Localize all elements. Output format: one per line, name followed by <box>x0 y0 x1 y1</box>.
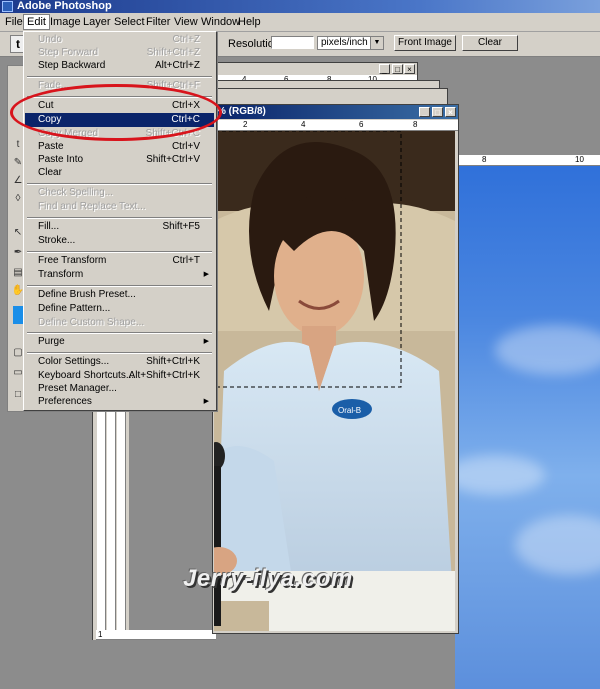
menu-item-cut[interactable]: Cut Ctrl+X <box>25 99 214 113</box>
menu-separator <box>27 76 212 78</box>
submenu-arrow-icon: ▶ <box>203 398 209 405</box>
close-icon[interactable]: × <box>445 107 456 117</box>
menu-separator <box>27 251 212 253</box>
menu-filter[interactable]: Filter <box>143 15 173 29</box>
menu-item-define-pattern[interactable]: Define Pattern... <box>25 302 214 316</box>
resolution-unit-select[interactable]: pixels/inch ▼ <box>317 36 384 50</box>
submenu-arrow-icon: ▶ <box>203 338 209 345</box>
background-sky-image <box>445 155 600 689</box>
portrait-photo: Oral-B <box>214 131 455 631</box>
menu-item-keyboard-shortcuts[interactable]: Keyboard Shortcuts... Alt+Shift+Ctrl+K <box>25 369 214 383</box>
watermark-text: Jerry-ilya.com <box>183 565 353 592</box>
menu-item-undo[interactable]: Undo Ctrl+Z <box>25 33 214 47</box>
menu-item-check-spelling[interactable]: Check Spelling... <box>25 186 214 200</box>
menu-item-free-transform[interactable]: Free Transform Ctrl+T <box>25 254 214 268</box>
document-title-bar[interactable]: % (RGB/8) _ □ × <box>213 105 458 119</box>
menu-item-step-backward[interactable]: Step Backward Alt+Ctrl+Z <box>25 59 214 73</box>
maximize-icon[interactable]: □ <box>432 107 443 117</box>
menu-image[interactable]: Image <box>47 15 84 29</box>
menu-help[interactable]: Help <box>235 15 264 29</box>
menu-item-copy[interactable]: Copy Ctrl+C <box>25 113 214 127</box>
menu-separator <box>27 96 212 98</box>
app-title: Adobe Photoshop <box>17 0 112 12</box>
minimize-icon[interactable]: _ <box>379 64 390 74</box>
menu-item-preferences[interactable]: Preferences ▶ <box>25 395 214 409</box>
menu-item-transform[interactable]: Transform ▶ <box>25 268 214 282</box>
submenu-arrow-icon: ▶ <box>203 271 209 278</box>
menu-item-define-brush[interactable]: Define Brush Preset... <box>25 288 214 302</box>
photoshop-app-icon <box>2 1 13 12</box>
document-title: % (RGB/8) <box>217 106 266 117</box>
chevron-down-icon: ▼ <box>370 37 383 49</box>
resolution-unit-value: pixels/inch <box>321 37 368 48</box>
menu-separator <box>27 217 212 219</box>
close-icon[interactable]: × <box>404 64 415 74</box>
title-bar: Adobe Photoshop <box>0 0 600 13</box>
menu-separator <box>27 352 212 354</box>
menu-item-clear[interactable]: Clear <box>25 166 214 180</box>
document-ruler-top: 2 4 6 8 <box>213 120 458 131</box>
menu-item-step-forward[interactable]: Step Forward Shift+Ctrl+Z <box>25 46 214 60</box>
svg-text:Oral-B: Oral-B <box>338 406 361 415</box>
menu-separator <box>27 285 212 287</box>
front-image-button[interactable]: Front Image <box>394 35 456 51</box>
menu-layer[interactable]: Layer <box>80 15 114 29</box>
document-canvas-photo[interactable]: Oral-B <box>214 131 455 631</box>
menu-item-purge[interactable]: Purge ▶ <box>25 335 214 349</box>
foreground-color-swatch[interactable] <box>13 306 23 324</box>
menu-item-copy-merged[interactable]: Copy Merged Shift+Ctrl+C <box>25 127 214 141</box>
edit-menu-dropdown: Undo Ctrl+Z Step Forward Shift+Ctrl+Z Step… <box>23 31 217 411</box>
menu-bar: File Edit Image Layer Select Filter View… <box>0 13 600 32</box>
right-window-ruler: 8 10 <box>455 155 600 166</box>
menu-item-define-custom-shape[interactable]: Define Custom Shape... <box>25 316 214 330</box>
menu-item-color-settings[interactable]: Color Settings... Shift+Ctrl+K <box>25 355 214 369</box>
maximize-icon[interactable]: □ <box>392 64 403 74</box>
menu-view[interactable]: View <box>171 15 201 29</box>
clear-button[interactable]: Clear <box>462 35 518 51</box>
menu-item-paste[interactable]: Paste Ctrl+V <box>25 140 214 154</box>
resolution-input[interactable] <box>271 36 314 49</box>
menu-separator <box>27 183 212 185</box>
stacked-windows-left <box>92 408 129 640</box>
menu-item-find-replace[interactable]: Find and Replace Text... <box>25 200 214 214</box>
menu-item-paste-into[interactable]: Paste Into Shift+Ctrl+V <box>25 153 214 167</box>
menu-item-fill[interactable]: Fill... Shift+F5 <box>25 220 214 234</box>
menu-item-stroke[interactable]: Stroke... <box>25 234 214 248</box>
menu-item-fade[interactable]: Fade... Shift+Ctrl+F <box>25 79 214 93</box>
menu-item-preset-manager[interactable]: Preset Manager... <box>25 382 214 396</box>
menu-separator <box>27 332 212 334</box>
menu-edit[interactable]: Edit <box>23 14 50 30</box>
minimize-icon[interactable]: _ <box>419 107 430 117</box>
